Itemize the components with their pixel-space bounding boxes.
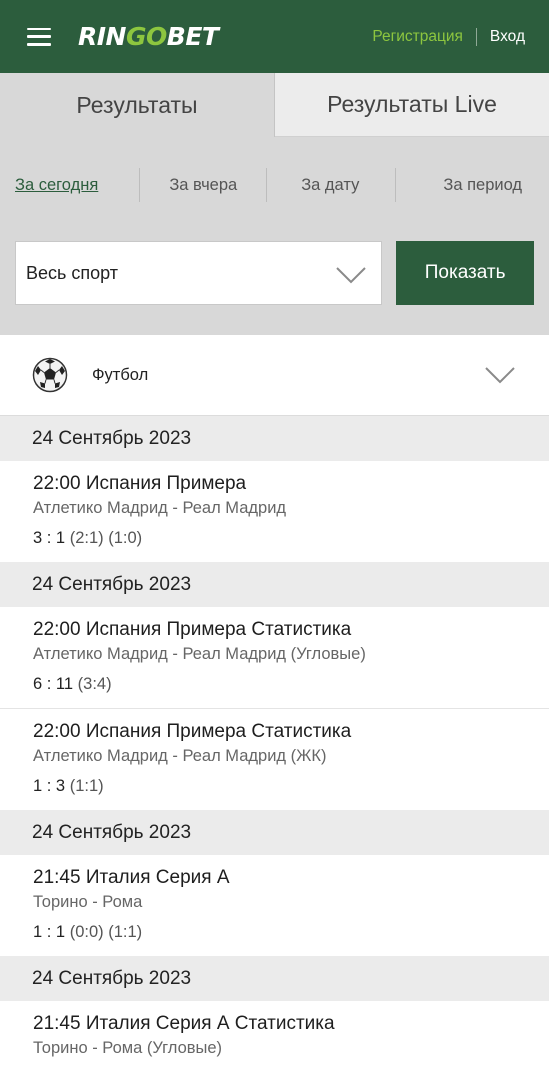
chevron-down-icon	[336, 267, 366, 284]
top-bar: RIN GO BET Регистрация Вход	[0, 0, 549, 73]
match-title: 21:45 Италия Серия А Статистика	[33, 1001, 549, 1038]
match-score: 3 : 1 (2:1) (1:0)	[33, 528, 549, 562]
show-button[interactable]: Показать	[396, 241, 534, 305]
match-time: 22:00	[33, 619, 81, 640]
sport-row-football[interactable]: Футбол	[0, 335, 549, 416]
match-title: 22:00 Испания Примера Статистика	[33, 709, 549, 746]
score-main: 3 : 1	[33, 529, 66, 547]
results-tabs: Результаты Результаты Live	[0, 73, 549, 137]
match-title: 22:00 Испания Примера	[33, 461, 549, 498]
match-item[interactable]: 22:00 Испания Примера Атлетико Мадрид - …	[0, 461, 549, 562]
match-score: 1 : 1 (0:0) (1:1)	[33, 922, 549, 956]
date-header: 24 Сентябрь 2023	[0, 810, 549, 855]
register-link[interactable]: Регистрация	[372, 28, 463, 46]
score-periods: (0:0) (1:1)	[69, 923, 143, 941]
sport-name: Футбол	[92, 365, 149, 384]
match-league: Испания Примера	[85, 473, 247, 494]
period-divider	[395, 168, 397, 202]
match-time: 21:45	[33, 867, 81, 888]
period-today[interactable]: За сегодня	[15, 176, 98, 195]
score-main: 1 : 3	[33, 777, 66, 795]
match-time: 22:00	[33, 473, 81, 494]
match-item[interactable]: 21:45 Италия Серия А Торино - Рома 1 : 1…	[0, 855, 549, 956]
tab-results-live[interactable]: Результаты Live	[275, 73, 549, 137]
logo-text-left: RIN	[78, 22, 126, 51]
period-divider	[139, 168, 141, 202]
match-teams: Атлетико Мадрид - Реал Мадрид (ЖК)	[33, 747, 327, 765]
match-teams: Атлетико Мадрид - Реал Мадрид	[33, 499, 287, 517]
auth-links: Регистрация Вход	[372, 27, 525, 46]
sport-select[interactable]: Весь спорт	[15, 241, 383, 305]
date-header: 24 Сентябрь 2023	[0, 956, 549, 1001]
match-league: Испания Примера Статистика	[85, 721, 352, 742]
date-header: 24 Сентябрь 2023	[0, 416, 549, 461]
match-item[interactable]: 22:00 Испания Примера Статистика Атлетик…	[0, 709, 549, 810]
results-list: 24 Сентябрь 2023 22:00 Испания Примера А…	[0, 416, 549, 1068]
match-time: 21:45	[33, 1013, 81, 1034]
soccer-ball-icon	[32, 357, 68, 393]
tab-results[interactable]: Результаты	[0, 73, 275, 137]
match-teams: Торино - Рома (Угловые)	[33, 1039, 223, 1057]
score-periods: (3:4)	[77, 675, 112, 693]
score-main: 6 : 11	[33, 675, 74, 693]
filter-panel: За сегодня За вчера За дату За период Ве…	[0, 137, 549, 335]
match-item[interactable]: 21:45 Италия Серия А Статистика Торино -…	[0, 1001, 549, 1068]
match-league: Испания Примера Статистика	[85, 619, 352, 640]
login-link[interactable]: Вход	[490, 28, 525, 46]
logo-text-right: BET	[166, 22, 219, 51]
ringobet-logo[interactable]: RIN GO BET	[78, 22, 219, 51]
period-divider	[266, 168, 268, 202]
chevron-down-icon	[485, 367, 515, 384]
match-time: 22:00	[33, 721, 81, 742]
logo-text-go: GO	[125, 22, 167, 51]
match-item[interactable]: 22:00 Испания Примера Статистика Атлетик…	[0, 607, 549, 709]
match-score: 1 : 3 (1:1)	[33, 776, 549, 810]
match-teams: Атлетико Мадрид - Реал Мадрид (Угловые)	[33, 645, 366, 663]
match-title: 21:45 Италия Серия А	[33, 855, 549, 892]
score-periods: (2:1) (1:0)	[69, 529, 143, 547]
date-header: 24 Сентябрь 2023	[0, 562, 549, 607]
period-range[interactable]: За период	[443, 176, 522, 195]
sport-select-value: Весь спорт	[26, 262, 119, 283]
period-selector: За сегодня За вчера За дату За период	[0, 137, 549, 233]
period-yesterday[interactable]: За вчера	[169, 176, 237, 195]
match-title: 22:00 Испания Примера Статистика	[33, 607, 549, 644]
period-date[interactable]: За дату	[301, 176, 359, 195]
sport-filter: Весь спорт Показать	[15, 241, 534, 305]
score-main: 1 : 1	[33, 923, 66, 941]
score-periods: (1:1)	[69, 777, 104, 795]
match-league: Италия Серия А Статистика	[85, 1013, 335, 1034]
match-league: Италия Серия А	[85, 867, 230, 888]
auth-divider	[475, 27, 477, 46]
hamburger-icon[interactable]	[27, 27, 51, 46]
match-score: 6 : 11 (3:4)	[33, 674, 549, 708]
match-teams: Торино - Рома	[33, 893, 143, 911]
